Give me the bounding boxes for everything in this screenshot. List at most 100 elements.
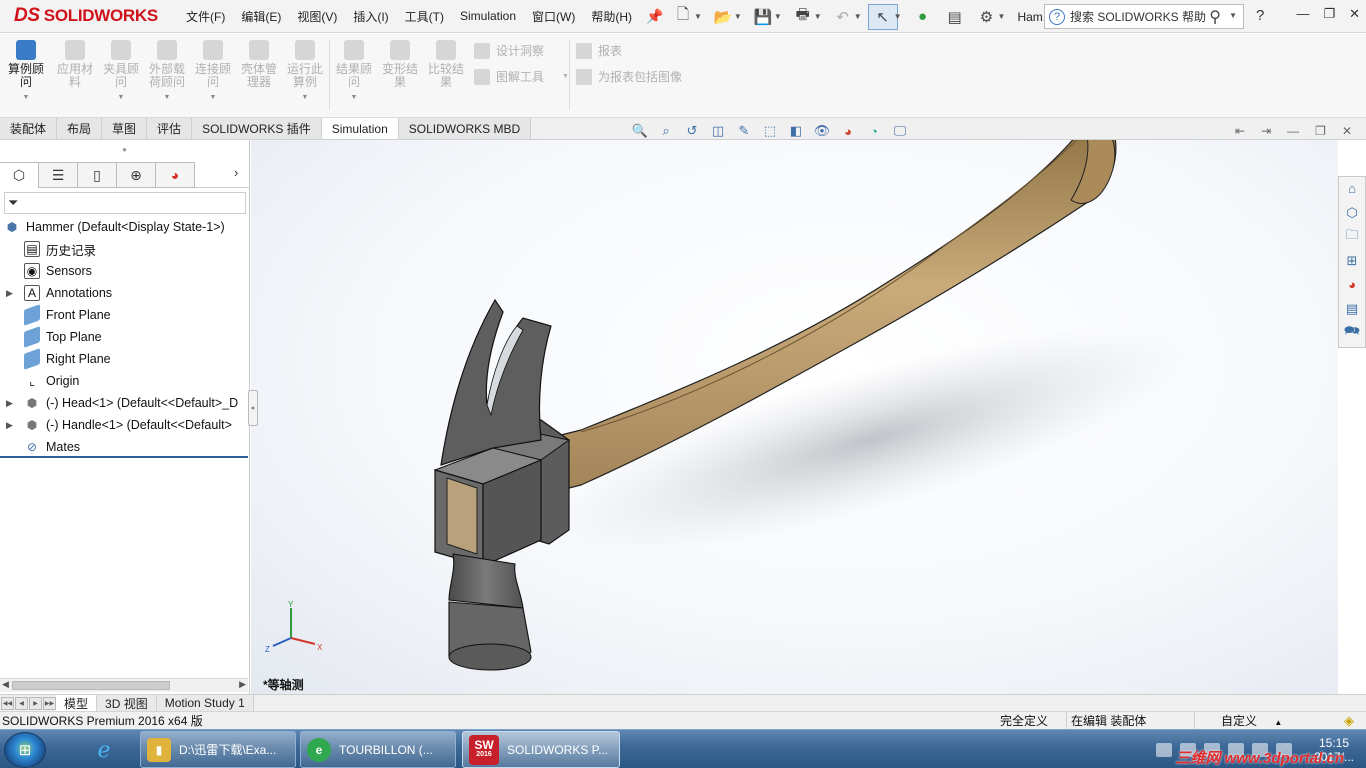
close-icon[interactable]: ✕ <box>1349 6 1360 22</box>
tree-item-front-plane[interactable]: Front Plane <box>0 304 250 326</box>
custom-properties-icon[interactable]: ▤ <box>1342 299 1362 318</box>
chevron-down-icon[interactable]: ▼ <box>998 12 1006 21</box>
restore-icon[interactable]: ❐ <box>1323 6 1335 22</box>
panel-grip[interactable]: ● <box>0 140 249 158</box>
chevron-down-icon[interactable]: ▼ <box>774 12 782 21</box>
tree-filter[interactable]: ⏷ <box>4 192 246 214</box>
prev-tab-icon[interactable]: ◀ <box>15 696 28 710</box>
expand-arrow-icon[interactable]: ▶ <box>6 398 13 409</box>
taskbar-browser[interactable]: e TOURBILLON (... <box>300 731 456 768</box>
tree-item-sensors[interactable]: ◉ Sensors <box>0 260 250 282</box>
run-study-button[interactable]: 运行此算例 ▼ <box>283 40 327 104</box>
chevron-down-icon[interactable]: ▼ <box>814 12 822 21</box>
chevron-down-icon[interactable]: ▼ <box>694 12 702 21</box>
minimize-icon[interactable]: — <box>1296 6 1309 22</box>
include-image-button[interactable]: 为报表包括图像 <box>576 68 682 85</box>
apply-scene-icon[interactable]: ◔ <box>864 122 884 140</box>
tab-evaluate[interactable]: 评估 <box>147 118 193 139</box>
solidworks-logo[interactable]: DS SOLIDWORKS <box>0 0 160 33</box>
zoom-to-fit-icon[interactable]: 🔍 <box>630 122 650 140</box>
connections-advisor-button[interactable]: 连接顾问 ▼ <box>191 40 235 104</box>
tree-item-head[interactable]: ▶ ⬢ (-) Head<1> (Default<<Default>_D <box>0 392 250 414</box>
plot-tools-button[interactable]: 图解工具 ▼ <box>474 68 569 85</box>
start-button[interactable]: ⊞ <box>4 732 46 768</box>
menu-insert[interactable]: 插入(I) <box>345 8 396 25</box>
help-button[interactable]: ? <box>1256 7 1264 24</box>
design-library-icon[interactable]: ⬡ <box>1342 203 1362 222</box>
shell-manager-button[interactable]: 壳体管理器 <box>237 40 281 89</box>
property-manager-tab[interactable]: ☰ <box>38 162 78 188</box>
menu-file[interactable]: 文件(F) <box>178 8 233 25</box>
traffic-light-icon[interactable]: ● <box>908 4 938 30</box>
tab-3d-view[interactable]: 3D 视图 <box>97 695 157 711</box>
rollback-bar[interactable] <box>0 456 248 458</box>
file-explorer-icon[interactable]: 🗀 <box>1342 227 1362 246</box>
previous-view-icon[interactable]: ↺ <box>682 122 702 140</box>
home-icon[interactable]: ⌂ <box>1342 179 1362 198</box>
forum-icon[interactable]: 🗪 <box>1342 323 1362 342</box>
view-settings-icon[interactable]: 🖵 <box>890 122 910 140</box>
panel-left-icon[interactable]: ⇤ <box>1235 124 1245 138</box>
appearances-icon[interactable]: ◕ <box>1342 275 1362 294</box>
design-insight-button[interactable]: 设计洞察 <box>474 42 544 59</box>
panel-splitter-handle[interactable]: ● <box>248 390 258 426</box>
chevron-down-icon[interactable]: ▼ <box>734 12 742 21</box>
compare-results-button[interactable]: 比较结果 <box>424 40 468 89</box>
internet-explorer-icon[interactable]: ℯ <box>78 732 130 767</box>
scroll-thumb[interactable] <box>12 681 170 690</box>
chevron-down-icon[interactable]: ▼ <box>1229 11 1237 20</box>
expand-arrow-icon[interactable]: ▶ <box>6 420 13 431</box>
results-advisor-button[interactable]: 结果顾问 ▼ <box>332 40 376 104</box>
configuration-manager-tab[interactable]: ▯ <box>77 162 117 188</box>
display-manager-tab[interactable]: ◕ <box>155 162 195 188</box>
tag-icon[interactable]: ◈ <box>1344 713 1366 729</box>
chevron-down-icon[interactable]: ▼ <box>894 12 902 21</box>
view-orientation-icon[interactable]: ⬚ <box>760 122 780 140</box>
chevron-right-icon[interactable]: › <box>234 165 238 180</box>
unit-system-button[interactable]: 自定义 ▲ <box>1194 712 1344 729</box>
minimize-icon[interactable]: — <box>1287 124 1299 138</box>
taskbar-explorer[interactable]: ▮ D:\迅雷下载\Exa... <box>140 731 296 768</box>
deformed-result-button[interactable]: 变形结果 <box>378 40 422 89</box>
display-style-icon[interactable]: ◧ <box>786 122 806 140</box>
scroll-left-icon[interactable]: ◀ <box>2 679 9 690</box>
tab-sketch[interactable]: 草图 <box>102 118 148 139</box>
fixtures-advisor-button[interactable]: 夹具顾问 ▼ <box>99 40 143 104</box>
horizontal-scrollbar[interactable]: ◀ ▶ <box>0 678 248 692</box>
edit-appearance-icon[interactable]: ◕ <box>838 122 858 140</box>
menu-edit[interactable]: 编辑(E) <box>233 8 289 25</box>
tab-addins[interactable]: SOLIDWORKS 插件 <box>192 118 322 139</box>
view-palette-icon[interactable]: ⊞ <box>1342 251 1362 270</box>
last-tab-icon[interactable]: ▶▶ <box>43 696 56 710</box>
tab-simulation[interactable]: Simulation <box>321 118 399 139</box>
tab-layout[interactable]: 布局 <box>57 118 103 139</box>
tree-item-right-plane[interactable]: Right Plane <box>0 348 250 370</box>
tree-item-history[interactable]: ▤ 历史记录 <box>0 238 250 260</box>
help-search-box[interactable]: ? 搜索 SOLIDWORKS 帮助 ⚲ ▼ <box>1044 4 1244 29</box>
tab-assembly[interactable]: 装配体 <box>0 118 58 139</box>
taskbar-solidworks[interactable]: SW 2016 SOLIDWORKS P... <box>462 731 620 768</box>
zoom-to-area-icon[interactable]: ⌕ <box>656 122 676 140</box>
keyboard-icon[interactable] <box>1155 742 1172 757</box>
external-loads-advisor-button[interactable]: 外部载荷顾问 ▼ <box>145 40 189 104</box>
tab-model[interactable]: 模型 <box>56 695 98 711</box>
graphics-area[interactable]: Y X Z *等轴测 <box>251 140 1338 694</box>
menu-tools[interactable]: 工具(T) <box>397 8 452 25</box>
study-advisor-button[interactable]: 算例顾问 ▼ <box>4 40 48 104</box>
apply-material-button[interactable]: 应用材料 <box>53 40 97 89</box>
tree-item-top-plane[interactable]: Top Plane <box>0 326 250 348</box>
restore-icon[interactable]: ❐ <box>1315 124 1326 138</box>
first-tab-icon[interactable]: ◀◀ <box>1 696 14 710</box>
hide-show-items-icon[interactable]: 👁 <box>812 122 832 140</box>
hammer-model[interactable] <box>251 140 1338 694</box>
tree-item-hammer[interactable]: ⬢ Hammer (Default<Display State-1>) <box>0 216 250 238</box>
tab-mbd[interactable]: SOLIDWORKS MBD <box>398 118 532 139</box>
chevron-down-icon[interactable]: ▼ <box>854 12 862 21</box>
tab-motion-study[interactable]: Motion Study 1 <box>156 695 254 711</box>
file-properties-icon[interactable]: ▤ <box>940 4 970 30</box>
dynamic-annotation-icon[interactable]: ✎ <box>734 122 754 140</box>
next-tab-icon[interactable]: ▶ <box>29 696 42 710</box>
menu-help[interactable]: 帮助(H) <box>583 8 640 25</box>
tree-item-handle[interactable]: ▶ ⬢ (-) Handle<1> (Default<<Default> <box>0 414 250 436</box>
tree-item-origin[interactable]: ⌞ Origin <box>0 370 250 392</box>
